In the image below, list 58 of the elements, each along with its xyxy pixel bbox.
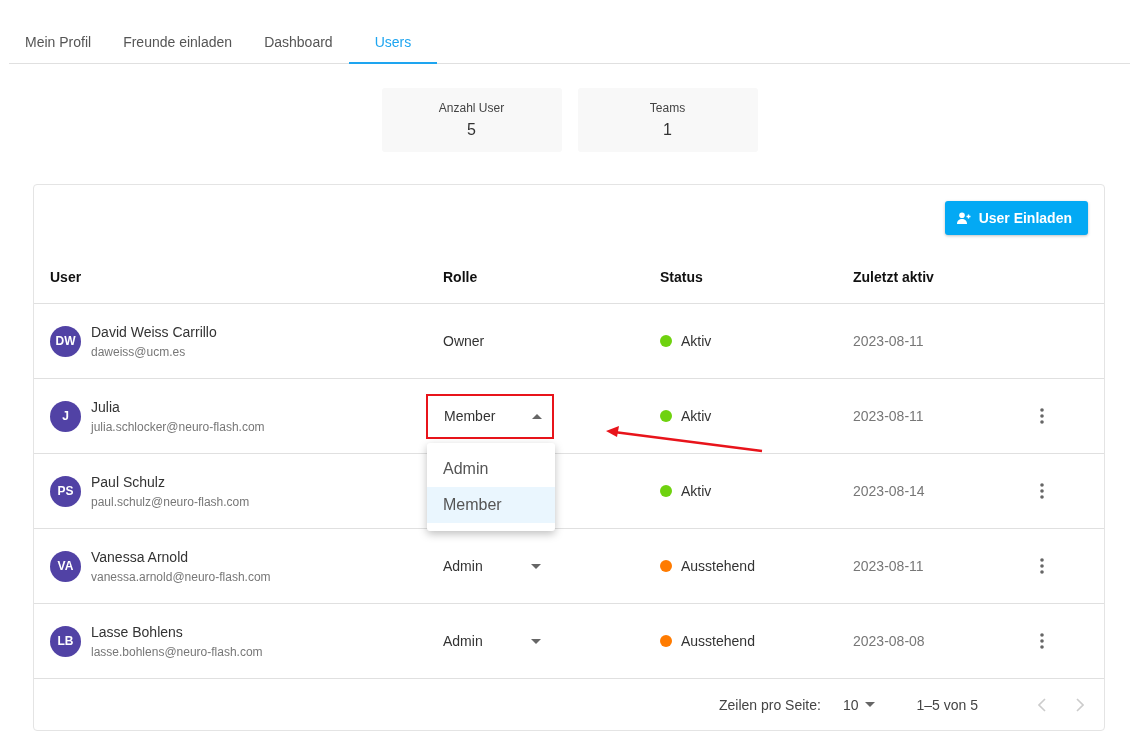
- stat-label: Anzahl User: [438, 101, 505, 115]
- page-range: 1–5 von 5: [916, 696, 978, 713]
- stat-label: Teams: [649, 101, 686, 115]
- status-text: Aktiv: [681, 483, 712, 499]
- user-name: David Weiss Carrillo: [91, 323, 217, 340]
- caret-icon: [864, 702, 875, 707]
- avatar: DW: [50, 325, 81, 357]
- stat-value: 1: [663, 121, 672, 139]
- caret-icon: [531, 563, 541, 569]
- tab[interactable]: Mein Profil: [9, 22, 108, 64]
- add-user-icon: [956, 212, 971, 224]
- more-icon: [1040, 633, 1044, 649]
- column-header: Zuletzt aktiv: [853, 269, 935, 285]
- tab[interactable]: Dashboard: [248, 22, 349, 64]
- user-email: paul.schulz@neuro-flash.com: [91, 494, 250, 509]
- next-page-button[interactable]: [1076, 697, 1086, 712]
- caret-icon: [531, 638, 541, 644]
- role-text: Owner: [442, 333, 485, 349]
- rows-per-page-select[interactable]: 10: [836, 695, 881, 714]
- avatar: VA: [50, 550, 81, 582]
- chevron-left-icon: [1038, 697, 1046, 712]
- avatar: PS: [50, 475, 81, 507]
- column-header: Status: [660, 269, 704, 285]
- user-name: Paul Schulz: [91, 473, 166, 490]
- status-text: Aktiv: [681, 408, 712, 424]
- column-header: Rolle: [442, 269, 479, 285]
- more-icon: [1040, 483, 1044, 499]
- role-select[interactable]: Admin: [427, 620, 551, 662]
- status-text: Ausstehend: [681, 633, 755, 649]
- last-active-date: 2023-08-14: [853, 483, 926, 499]
- user-email: vanessa.arnold@neuro-flash.com: [91, 569, 271, 584]
- menu-option[interactable]: Admin: [427, 450, 555, 487]
- column-header: User: [50, 269, 83, 285]
- last-active-date: 2023-08-08: [853, 633, 926, 649]
- status-text: Aktiv: [681, 333, 712, 349]
- status-text: Ausstehend: [681, 558, 755, 574]
- more-icon: [1040, 408, 1044, 424]
- rows-per-page-label: Zeilen pro Seite:: [718, 696, 821, 713]
- user-name: Julia: [91, 398, 121, 415]
- previous-page-button[interactable]: [1038, 697, 1048, 712]
- user-name: Vanessa Arnold: [91, 548, 190, 565]
- tab[interactable]: Freunde einladen: [107, 22, 249, 64]
- user-email: julia.schlocker@neuro-flash.com: [91, 419, 265, 434]
- caret-icon: [532, 413, 542, 419]
- user-name: Lasse Bohlens: [91, 623, 184, 640]
- last-active-date: 2023-08-11: [853, 408, 925, 424]
- role-select[interactable]: Admin: [427, 545, 551, 587]
- more-icon: [1040, 558, 1044, 574]
- menu-option[interactable]: Member: [427, 486, 555, 523]
- avatar: J: [50, 400, 81, 432]
- avatar: LB: [50, 625, 81, 657]
- stat-value: 5: [467, 121, 476, 139]
- last-active-date: 2023-08-11: [853, 333, 925, 349]
- chevron-right-icon: [1076, 697, 1084, 712]
- user-email: daweiss@ucm.es: [91, 344, 187, 359]
- last-active-date: 2023-08-11: [853, 558, 925, 574]
- user-email: lasse.bohlens@neuro-flash.com: [91, 644, 263, 659]
- role-select[interactable]: Member: [428, 395, 552, 437]
